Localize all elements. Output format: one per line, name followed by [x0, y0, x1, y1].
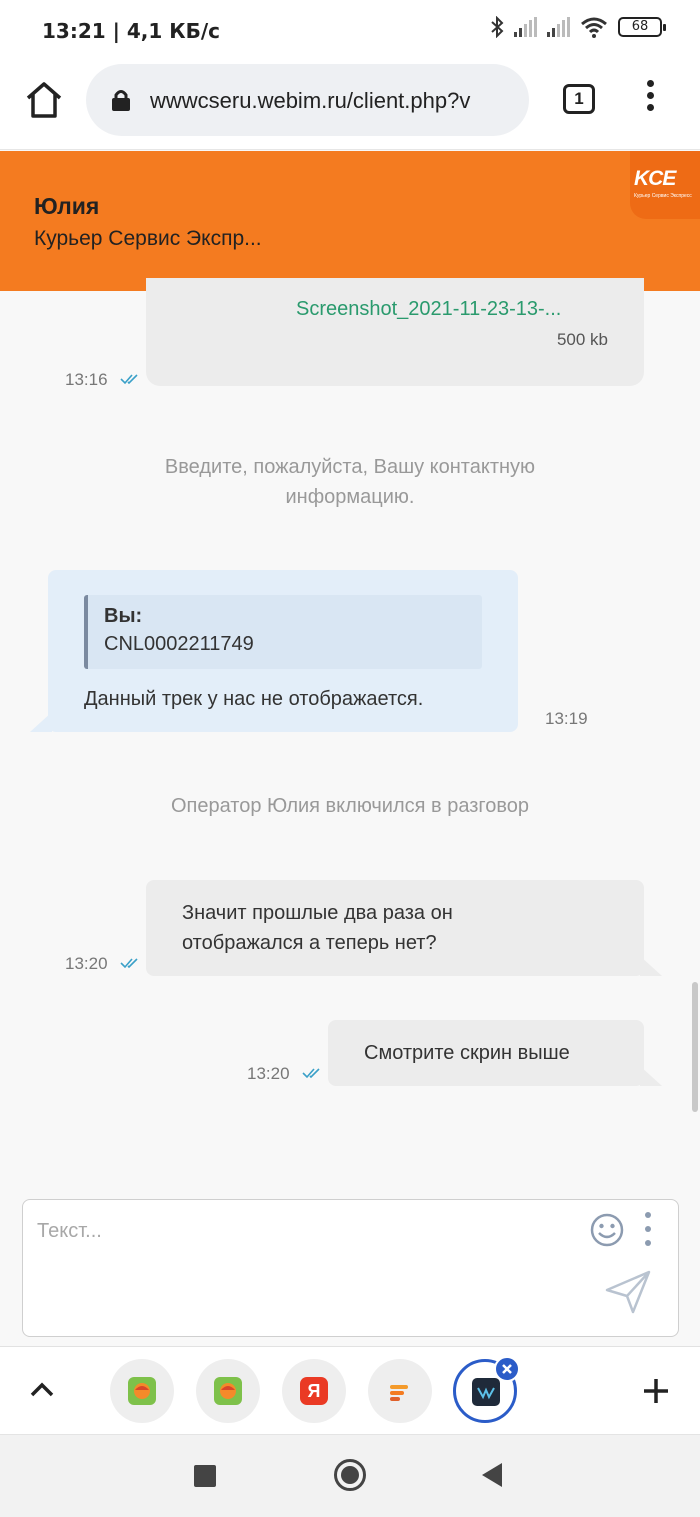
- status-time: 13:21 | 4,1 КБ/с: [42, 19, 221, 43]
- message-time: 13:20: [65, 954, 108, 973]
- read-check-icon: [302, 1068, 320, 1079]
- app-icon: [128, 1377, 156, 1405]
- chevron-up-icon[interactable]: [24, 1375, 60, 1405]
- read-check-icon: [120, 374, 138, 385]
- message-input[interactable]: Текст...: [22, 1199, 679, 1337]
- tab-app-4[interactable]: [368, 1359, 432, 1423]
- bluetooth-icon: [491, 16, 504, 38]
- message-time: 13:20: [247, 1064, 290, 1083]
- status-icons: 68: [490, 16, 666, 38]
- system-nav-bar: [0, 1434, 700, 1517]
- back-icon[interactable]: [482, 1463, 502, 1487]
- home-nav-icon[interactable]: [334, 1459, 366, 1491]
- quote-author: Вы:: [104, 605, 143, 627]
- message-text: Смотрите скрин выше: [364, 1042, 570, 1064]
- message-text: Данный трек у нас не отображается.: [84, 688, 424, 710]
- app-icon: [390, 1385, 408, 1401]
- message-text: Значит прошлые два раза он отображался а…: [182, 902, 453, 954]
- logo-subtitle: Курьер Сервис Экспресс: [634, 193, 692, 199]
- bubble-tail: [30, 712, 52, 732]
- tab-app-1[interactable]: [110, 1359, 174, 1423]
- signal-icon-2: [547, 17, 570, 37]
- emoji-icon[interactable]: [589, 1212, 625, 1248]
- company-name: Курьер Сервис Экспр...: [34, 227, 262, 250]
- browser-menu-button[interactable]: [638, 80, 662, 120]
- company-logo: KCE Курьер Сервис Экспресс: [630, 151, 700, 219]
- battery-icon: 68: [618, 17, 666, 37]
- tab-yandex[interactable]: Я: [282, 1359, 346, 1423]
- webim-icon: [472, 1378, 500, 1406]
- chat-header: Юлия Курьер Сервис Экспр... KCE Курьер С…: [0, 151, 700, 291]
- address-bar[interactable]: wwwcseru.webim.ru/client.php?v: [86, 64, 529, 136]
- tab-app-2[interactable]: [196, 1359, 260, 1423]
- wifi-icon: [581, 17, 607, 38]
- system-message: Введите, пожалуйста, Вашу контактную инф…: [164, 456, 536, 508]
- bubble-tail: [640, 1066, 662, 1086]
- browser-tab-strip: Я: [0, 1346, 700, 1434]
- file-link[interactable]: Screenshot_2021-11-23-13-...: [296, 298, 614, 321]
- lock-icon: [112, 90, 130, 111]
- recents-icon[interactable]: [194, 1465, 216, 1487]
- message-time: 13:16: [65, 370, 108, 389]
- status-bar: 13:21 | 4,1 КБ/с 68: [0, 0, 700, 62]
- quoted-message[interactable]: Вы: CNL0002211749: [84, 595, 482, 669]
- app-icon: [214, 1377, 242, 1405]
- logo-text: KCE: [634, 167, 676, 190]
- bubble-tail: [640, 956, 662, 976]
- file-size: 500 kb: [556, 330, 608, 349]
- yandex-icon: Я: [300, 1377, 328, 1405]
- scrollbar[interactable]: [692, 982, 698, 1112]
- signal-icon-1: [514, 17, 537, 37]
- message-time: 13:19: [545, 709, 588, 728]
- new-tab-icon[interactable]: [636, 1371, 676, 1411]
- input-placeholder: Текст...: [37, 1220, 102, 1242]
- read-check-icon: [120, 958, 138, 969]
- send-icon[interactable]: [603, 1268, 653, 1316]
- attach-menu-button[interactable]: [643, 1212, 653, 1250]
- url-text: wwwcseru.webim.ru/client.php?v: [150, 88, 471, 113]
- operator-name: Юлия: [34, 193, 100, 219]
- tab-switcher-button[interactable]: 1: [563, 84, 595, 114]
- system-message: Оператор Юлия включился в разговор: [170, 795, 530, 817]
- quote-text: CNL0002211749: [104, 633, 254, 655]
- home-icon[interactable]: [22, 80, 66, 120]
- browser-toolbar: wwwcseru.webim.ru/client.php?v 1: [0, 62, 700, 150]
- close-tab-icon[interactable]: [494, 1356, 520, 1382]
